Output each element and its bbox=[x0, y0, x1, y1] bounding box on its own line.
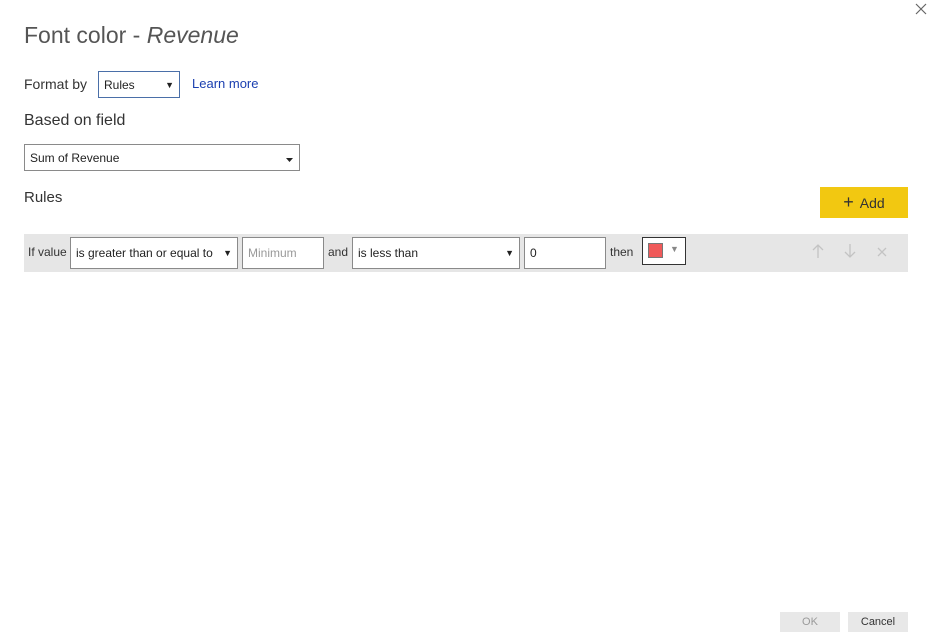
condition1-select[interactable]: is greater than or equal to ▼ bbox=[70, 237, 238, 269]
if-value-label: If value bbox=[28, 245, 67, 259]
maximum-input[interactable]: 0 bbox=[524, 237, 606, 269]
minimum-input[interactable]: Minimum bbox=[242, 237, 324, 269]
ok-button[interactable]: OK bbox=[780, 612, 840, 632]
format-by-value: Rules bbox=[104, 77, 135, 92]
add-rule-label: Add bbox=[859, 194, 885, 211]
dialog-title-text: Font color - bbox=[24, 22, 147, 48]
based-on-field-select[interactable]: Sum of Revenue bbox=[24, 144, 300, 171]
plus-icon: + bbox=[843, 191, 854, 212]
move-up-icon[interactable] bbox=[811, 243, 825, 264]
condition2-select[interactable]: is less than ▼ bbox=[352, 237, 520, 269]
chevron-down-icon: ▼ bbox=[670, 244, 679, 254]
maximum-input-value: 0 bbox=[530, 246, 537, 260]
color-picker[interactable]: ▼ bbox=[642, 237, 686, 265]
format-by-select[interactable]: Rules ▼ bbox=[98, 71, 180, 98]
minimum-input-placeholder: Minimum bbox=[248, 246, 297, 260]
dialog-title-field: Revenue bbox=[146, 22, 239, 48]
format-by-label: Format by bbox=[24, 76, 88, 92]
add-rule-button[interactable]: + Add bbox=[820, 187, 908, 218]
condition1-value: is greater than or equal to bbox=[76, 246, 213, 260]
cancel-button[interactable]: Cancel bbox=[848, 612, 908, 632]
delete-rule-icon[interactable] bbox=[876, 245, 888, 263]
dialog-title: Font color - Revenue bbox=[24, 22, 239, 49]
then-label: then bbox=[610, 245, 634, 259]
condition2-value: is less than bbox=[358, 246, 419, 260]
dropdown-arrow-icon: ▼ bbox=[165, 79, 174, 90]
rules-label: Rules bbox=[24, 189, 63, 206]
dropdown-arrow-icon: ▼ bbox=[223, 248, 232, 258]
color-swatch bbox=[648, 243, 663, 258]
move-down-icon[interactable] bbox=[843, 243, 857, 264]
based-on-field-label: Based on field bbox=[24, 112, 126, 129]
and-label: and bbox=[328, 245, 349, 259]
close-icon[interactable] bbox=[914, 2, 928, 16]
dropdown-arrow-icon: ▼ bbox=[505, 248, 514, 258]
learn-more-link[interactable]: Learn more bbox=[192, 76, 258, 91]
chevron-down-icon bbox=[285, 155, 294, 165]
based-on-field-value: Sum of Revenue bbox=[30, 150, 120, 165]
